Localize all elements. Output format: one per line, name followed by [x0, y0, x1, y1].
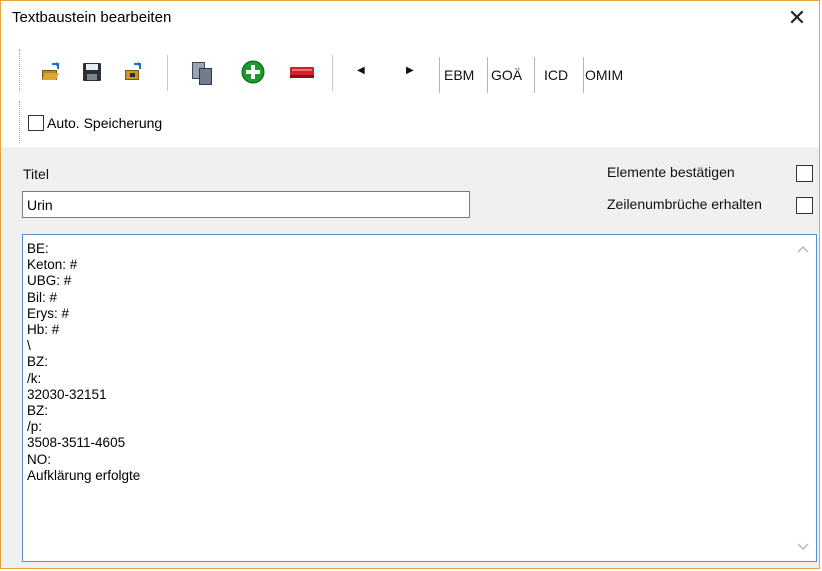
- text-line: BZ:: [27, 403, 49, 419]
- title-input[interactable]: Urin: [22, 191, 470, 218]
- dialog-window: Textbaustein bearbeiten ✕ ◀ ▶ EBM GOÄ IC…: [0, 0, 820, 569]
- editor-panel: Titel Urin Elemente bestätigen Zeilenumb…: [1, 147, 819, 568]
- text-line: BE:: [27, 241, 49, 256]
- auto-save-label: Auto. Speicherung: [47, 115, 163, 131]
- text-line: \: [27, 338, 31, 354]
- toolbar-separator: [583, 57, 584, 93]
- text-line: UBG: #: [27, 273, 72, 289]
- add-icon: [241, 60, 265, 84]
- keep-linebreaks-checkbox[interactable]: [796, 197, 813, 214]
- close-button[interactable]: ✕: [783, 4, 811, 32]
- confirm-elements-checkbox[interactable]: [796, 165, 813, 182]
- previous-button[interactable]: ◀: [357, 65, 365, 76]
- title-label: Titel: [23, 166, 49, 182]
- ebm-button[interactable]: EBM: [444, 67, 474, 83]
- scroll-down-icon[interactable]: [797, 542, 809, 552]
- remove-icon: [290, 67, 314, 78]
- save-icon: [83, 63, 101, 81]
- toolbar-separator: [487, 57, 488, 93]
- omim-button[interactable]: OMIM: [585, 67, 623, 83]
- add-button[interactable]: [241, 60, 265, 84]
- toolbar-grip[interactable]: [19, 49, 20, 91]
- copy-button[interactable]: [189, 60, 213, 85]
- scroll-up-icon[interactable]: [797, 244, 809, 254]
- keep-linebreaks-label: Zeilenumbrüche erhalten: [607, 196, 762, 212]
- text-line: /k:: [27, 370, 42, 386]
- export-button[interactable]: [121, 60, 145, 84]
- confirm-elements-label: Elemente bestätigen: [607, 164, 735, 180]
- text-line: Erys: #: [27, 305, 70, 321]
- export-folder-icon: [125, 62, 141, 80]
- text-line: /p:: [27, 419, 43, 435]
- remove-button[interactable]: [289, 60, 314, 84]
- text-line: NO:: [27, 451, 52, 467]
- auto-save-checkbox[interactable]: [28, 115, 44, 131]
- toolbar-separator: [439, 57, 440, 93]
- text-line: 32030-32151: [27, 386, 107, 402]
- next-button[interactable]: ▶: [406, 65, 414, 76]
- text-line: Hb: #: [27, 322, 60, 338]
- toolbar: ◀ ▶ EBM GOÄ ICD OMIM Auto. Speicherung: [1, 35, 819, 148]
- toolbar-separator: [534, 57, 535, 93]
- open-button[interactable]: [38, 60, 62, 84]
- goae-button[interactable]: GOÄ: [491, 67, 522, 83]
- text-line: Bil: #: [27, 289, 58, 305]
- open-folder-icon: [42, 62, 59, 80]
- text-editor[interactable]: BE: Keton: # UBG: # Bil: # Erys: # Hb: # \ BZ: /…: [22, 234, 817, 562]
- text-line: Keton: #: [27, 257, 78, 273]
- window-title: Textbaustein bearbeiten: [12, 9, 172, 26]
- toolbar-grip-2[interactable]: [19, 101, 20, 143]
- toolbar-separator: [332, 55, 333, 91]
- toolbar-separator: [167, 55, 168, 91]
- copy-icon: [192, 62, 212, 85]
- icd-button[interactable]: ICD: [544, 67, 568, 83]
- text-line: 3508-3511-4605: [27, 435, 126, 451]
- text-line: Aufklärung erfolgte: [27, 467, 141, 483]
- text-line: BZ:: [27, 354, 49, 370]
- text-content: BE: Keton: # UBG: # Bil: # Erys: # Hb: # \ BZ: /…: [27, 241, 140, 484]
- save-button[interactable]: [80, 60, 104, 84]
- title-bar: Textbaustein bearbeiten ✕: [1, 1, 819, 35]
